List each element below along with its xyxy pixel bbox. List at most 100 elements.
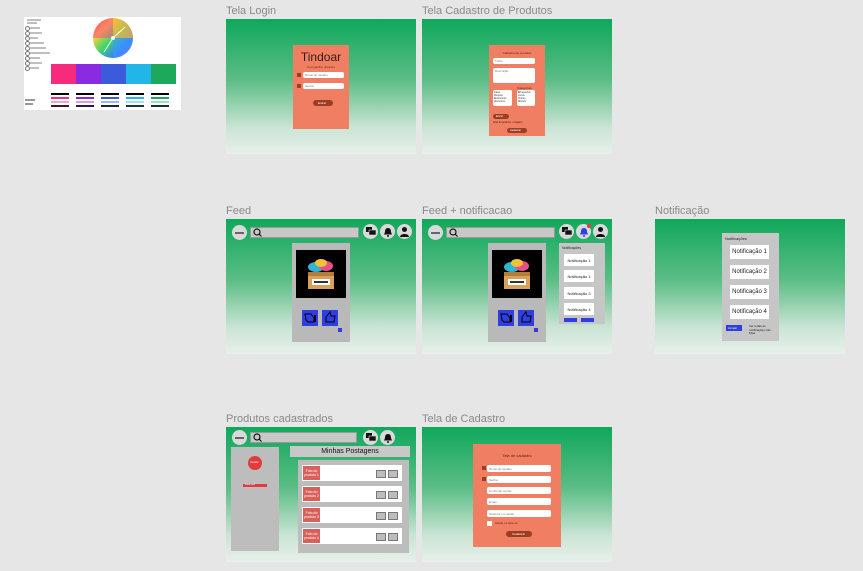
frame-label-produtos: Produtos cadastrados <box>226 413 334 425</box>
user-icon[interactable] <box>397 224 412 239</box>
search-icon <box>253 433 262 442</box>
username-input[interactable]: Nome do usuário <box>303 72 344 78</box>
frame-feed-notificacao[interactable]: Notificações Notificação 1 Notificação 1… <box>422 219 612 354</box>
post-card[interactable] <box>488 243 546 342</box>
terms-checkbox[interactable] <box>487 521 492 526</box>
delete-icon[interactable] <box>388 533 398 541</box>
signup-confirm-input[interactable]: Confirmar senha <box>487 487 551 494</box>
like-button[interactable] <box>322 310 338 326</box>
lock-icon <box>482 477 486 481</box>
edit-profile-button[interactable]: Editar perfil <box>243 484 267 487</box>
chat-icon[interactable] <box>559 224 574 239</box>
list-item[interactable]: Foto do produto 1 <box>302 465 402 481</box>
post-image[interactable] <box>296 250 346 298</box>
delete-icon[interactable] <box>388 512 398 520</box>
product-form-heading: Cadastro de produtos <box>502 51 532 55</box>
signup-password-input[interactable]: Senha <box>487 476 551 483</box>
swatch-blue[interactable] <box>101 64 126 84</box>
user-icon <box>482 466 486 470</box>
delete-icon[interactable] <box>388 470 398 478</box>
register-product-button[interactable]: Cadastrar <box>507 128 527 133</box>
list-item[interactable]: Foto do produto 4 <box>302 528 402 544</box>
view-all-link[interactable]: Ver todas as notificações não lidas <box>749 324 777 336</box>
dislike-button[interactable] <box>302 310 318 326</box>
brand-subtitle: Compartilhe doações <box>306 65 336 69</box>
post-card[interactable] <box>292 243 350 342</box>
login-card: Tindoar Compartilhe doações Nome do usuá… <box>293 45 349 129</box>
swatch-purple[interactable] <box>76 64 101 84</box>
frame-feed[interactable] <box>226 219 416 354</box>
user-icon[interactable] <box>593 224 608 239</box>
notification-item[interactable]: Notificação 3 <box>564 287 594 299</box>
bell-icon[interactable] <box>380 224 395 239</box>
edit-icon[interactable] <box>376 470 386 478</box>
frame-cadastro-produtos[interactable]: Cadastro de produtos Título Descrição Ca… <box>422 19 612 154</box>
donation-box-image <box>504 259 530 289</box>
product-title-input[interactable]: Título <box>493 58 535 64</box>
logo-icon[interactable] <box>232 430 247 445</box>
chat-icon[interactable] <box>363 224 378 239</box>
notification-item[interactable]: Notificação 4 <box>564 303 594 315</box>
search-icon <box>253 228 262 237</box>
upload-note: Foto do produto + imagem <box>493 121 523 124</box>
bell-icon[interactable] <box>380 430 395 445</box>
delete-icon[interactable] <box>388 491 398 499</box>
signup-email-input[interactable]: Email <box>487 498 551 505</box>
swatch-pink[interactable] <box>51 64 76 84</box>
signup-username-input[interactable]: Nome do usuário <box>487 465 551 472</box>
frame-label-notificacao: Notificação <box>655 205 710 217</box>
notification-panel[interactable]: Notificações Notificação 1 Notificação 2… <box>722 233 779 341</box>
bell-icon[interactable] <box>576 224 591 239</box>
swatch-cyan[interactable] <box>126 64 151 84</box>
edit-icon[interactable] <box>376 512 386 520</box>
frame-produtos[interactable]: Usuário Editar perfil Minhas Postagens F… <box>226 427 416 562</box>
product-thumbnail: Foto do produto 3 <box>303 508 320 522</box>
like-button[interactable] <box>518 310 534 326</box>
signup-phone-input[interactable]: Telefone ou celular <box>487 510 551 517</box>
frame-cadastro[interactable]: Tela de cadastro Nome do usuário Senha C… <box>422 427 612 562</box>
chat-icon[interactable] <box>363 430 378 445</box>
signup-heading: Tela de cadastro <box>502 453 532 458</box>
post-image[interactable] <box>492 250 542 298</box>
edit-icon[interactable] <box>376 491 386 499</box>
signup-button[interactable]: Cadastrar <box>506 531 532 537</box>
frame-label-cadastro: Tela de Cadastro <box>422 413 506 425</box>
upload-button[interactable]: Enviar <box>493 114 509 119</box>
password-input[interactable]: Senha <box>303 83 344 89</box>
product-description-input[interactable]: Descrição <box>493 68 535 83</box>
notification-item[interactable]: Notificação 1 <box>730 245 769 259</box>
notification-item[interactable]: Notificação 2 <box>730 265 769 279</box>
color-wheel-icon <box>93 18 133 58</box>
brand-title: Tindoar <box>300 50 342 64</box>
logo-icon[interactable] <box>232 225 247 240</box>
category-list-1[interactable]: Casa Roupas Eletrônicos Alimentos <box>493 90 512 106</box>
search-input[interactable] <box>250 227 359 238</box>
search-input[interactable] <box>250 432 357 443</box>
notification-item[interactable]: Notificação 1 <box>564 254 594 266</box>
notification-item[interactable]: Notificação 1 <box>564 270 594 282</box>
product-thumbnail: Foto do produto 4 <box>303 529 320 543</box>
dislike-button[interactable] <box>498 310 514 326</box>
notification-item[interactable]: Notificação 3 <box>730 285 769 299</box>
frame-login[interactable]: Tindoar Compartilhe doações Nome do usuá… <box>226 19 416 154</box>
list-item[interactable]: Foto do produto 2 <box>302 486 402 502</box>
edit-icon[interactable] <box>376 533 386 541</box>
category-list-2[interactable]: Brinquedos Livros Outros Móveis <box>517 90 535 106</box>
clear-notifications-button[interactable]: Limpar <box>726 325 742 331</box>
frame-label-login: Tela Login <box>226 5 277 17</box>
list-item[interactable]: Foto do produto 3 <box>302 507 402 523</box>
frame-notificacao[interactable]: Notificações Notificação 1 Notificação 2… <box>655 219 845 354</box>
logo-icon[interactable] <box>428 225 443 240</box>
avatar[interactable]: Usuário <box>248 456 262 470</box>
view-all-button[interactable] <box>581 318 594 322</box>
user-icon <box>297 73 301 77</box>
swatch-green[interactable] <box>151 64 176 84</box>
clear-notifications-button[interactable] <box>564 318 577 322</box>
color-palette-thumbnail[interactable] <box>24 17 181 110</box>
more-button[interactable] <box>534 328 538 332</box>
notification-item[interactable]: Notificação 4 <box>730 305 769 319</box>
search-input[interactable] <box>446 227 555 238</box>
login-button[interactable]: Entrar <box>313 100 333 106</box>
more-button[interactable] <box>338 328 342 332</box>
notification-panel[interactable]: Notificações Notificação 1 Notificação 1… <box>559 243 605 324</box>
